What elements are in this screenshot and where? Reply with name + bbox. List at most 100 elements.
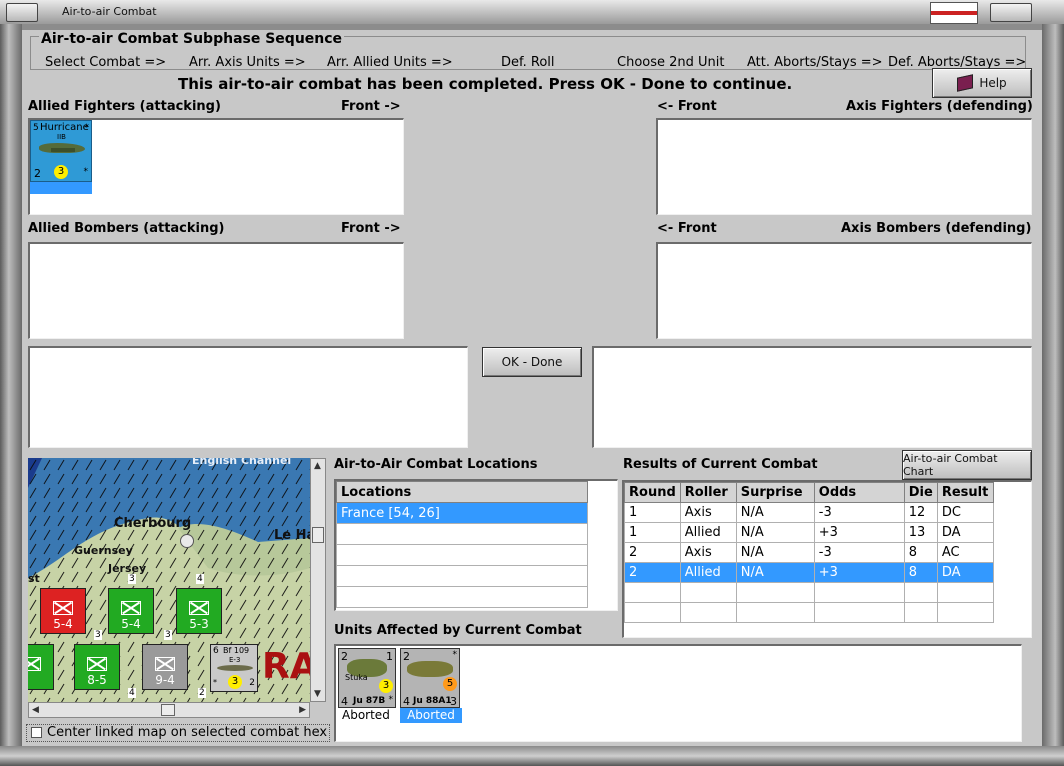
title-bar: Air-to-air Combat [0,0,1064,25]
location-row[interactable] [336,544,588,566]
help-label: Help [979,76,1007,90]
locations-header: Locations [336,481,588,503]
center-map-checkbox[interactable] [31,727,42,738]
bf109-counter[interactable]: 6 Bf 109 E-3 3 * 2 [210,644,258,692]
linked-map[interactable]: English Channel Cherbourg Le Ha Guernsey… [28,458,310,702]
aircraft-icon [217,665,253,671]
col-die: Die [903,482,938,503]
sequence-title: Air-to-air Combat Subphase Sequence [39,31,345,47]
unit-status-selected: Aborted [400,708,462,723]
map-unit[interactable]: 3)2 [28,644,54,690]
result-row[interactable]: 1 Axis N/A -3 12 DC [624,502,994,523]
allied-fighters-panel[interactable]: 5 Hurricane * IIB 2 3 * [28,118,404,215]
frame-bottom [0,746,1064,766]
step-def-roll: Def. Roll [501,55,555,70]
result-row[interactable]: 2 Allied N/A +3 8 DA [624,562,994,583]
ok-done-button[interactable]: OK - Done [482,347,582,377]
scroll-left-icon[interactable]: ◀ [32,705,39,715]
map-unit[interactable]: 5-3 [176,588,222,634]
axis-fighters-panel[interactable] [656,118,1032,215]
step-arr-axis: Arr. Axis Units => [189,55,306,70]
wing-icon [51,148,75,152]
map-label-le-havre: Le Ha [274,528,310,543]
locations-list[interactable]: Locations France [54, 26] [334,479,618,611]
map-vertical-scrollbar[interactable]: ▲ ▼ [310,458,326,702]
restore-button[interactable] [990,3,1032,22]
map-label-cherbourg: Cherbourg [114,516,192,531]
col-roller: Roller [679,482,737,503]
axis-bombers-panel[interactable] [656,242,1032,339]
axis-fighters-front: <- Front [657,99,717,114]
flag-icon [930,2,978,24]
result-row[interactable]: 1 Allied N/A +3 13 DA [624,522,994,543]
map-unit[interactable]: 8-5 [74,644,120,690]
allied-message-panel [28,346,468,448]
location-row[interactable] [336,586,588,608]
scroll-up-icon[interactable]: ▲ [314,461,321,471]
col-odds: Odds [813,482,905,503]
subphase-sequence-group: Air-to-air Combat Subphase Sequence Sele… [30,31,1026,70]
frame-left [0,24,22,766]
step-att-aborts: Att. Aborts/Stays => [747,55,883,70]
combat-chart-button[interactable]: Air-to-air Combat Chart [902,450,1032,480]
result-row[interactable]: 2 Axis N/A -3 8 AC [624,542,994,563]
selection-bar [30,182,92,194]
axis-bombers-label: Axis Bombers (defending) [841,221,1032,236]
axis-bombers-front: <- Front [657,221,717,236]
frame-right [1042,24,1064,766]
hurricane-counter[interactable]: 5 Hurricane * IIB 2 3 * [30,120,92,182]
affected-title: Units Affected by Current Combat [334,623,582,638]
map-label-brest: st [28,572,40,585]
aircraft-icon [407,661,453,677]
allied-fighters-label: Allied Fighters (attacking) [28,99,221,114]
air-combat-window: Air-to-air Combat Air-to-air Combat Subp… [0,0,1064,766]
result-row[interactable] [624,582,994,603]
book-icon [957,74,974,92]
unit-status: Aborted [342,708,390,722]
step-select-combat: Select Combat => [45,55,167,70]
location-row[interactable] [336,565,588,587]
results-table: Round Roller Surprise Odds Die Result 1A… [624,482,994,623]
results-title: Results of Current Combat [623,457,818,472]
step-choose-2nd: Choose 2nd Unit [617,55,725,70]
map-label-channel: English Channel [192,458,292,467]
col-round: Round [624,482,681,503]
location-row[interactable]: France [54, 26] [336,502,588,524]
scroll-down-icon[interactable]: ▼ [314,689,321,699]
center-map-label: Center linked map on selected combat hex [47,725,328,740]
allied-fighters-front: Front -> [341,99,401,114]
map-horizontal-scrollbar[interactable]: ◀ ▶ [28,702,310,718]
axis-message-panel [592,346,1032,448]
map-region-text: RA [262,646,310,687]
hex-marker-icon [180,534,194,548]
map-unit[interactable]: 5-4 [40,588,86,634]
affected-units-panel: 2 1 Stuka 3 4 Ju 87B * Aborted 2 * 5 4 J… [334,644,1022,742]
allied-bombers-panel[interactable] [28,242,404,339]
help-button[interactable]: Help [932,68,1032,98]
map-unit[interactable]: 9-4 [142,644,188,690]
scroll-thumb[interactable] [312,527,324,543]
window-title: Air-to-air Combat [62,5,157,18]
scroll-right-icon[interactable]: ▶ [299,705,306,715]
dialog-content: Air-to-air Combat Subphase Sequence Sele… [22,30,1042,746]
status-message: This air-to-air combat has been complete… [178,75,793,93]
ju88a1-counter[interactable]: 2 * 5 4 Ju 88A1 3 [400,648,460,708]
map-label-guernsey: Guernsey [74,544,133,557]
locations-title: Air-to-Air Combat Locations [334,457,538,472]
col-surprise: Surprise [735,482,815,503]
center-map-checkbox-row[interactable]: Center linked map on selected combat hex [26,724,330,742]
axis-fighters-label: Axis Fighters (defending) [846,99,1033,114]
allied-bombers-front: Front -> [341,221,401,236]
locations-table: Locations France [54, 26] [336,481,588,608]
col-result: Result [936,482,994,503]
system-menu-button[interactable] [6,3,38,22]
map-unit[interactable]: 5-4 [108,588,154,634]
step-arr-allied: Arr. Allied Units => [327,55,453,70]
result-row[interactable] [624,602,994,623]
results-table-panel: Round Roller Surprise Odds Die Result 1A… [622,480,1032,638]
location-row[interactable] [336,523,588,545]
unit-name: Hurricane [40,122,89,133]
ju87b-counter[interactable]: 2 1 Stuka 3 4 Ju 87B * [338,648,396,708]
scroll-thumb[interactable] [161,704,175,716]
allied-bombers-label: Allied Bombers (attacking) [28,221,225,236]
